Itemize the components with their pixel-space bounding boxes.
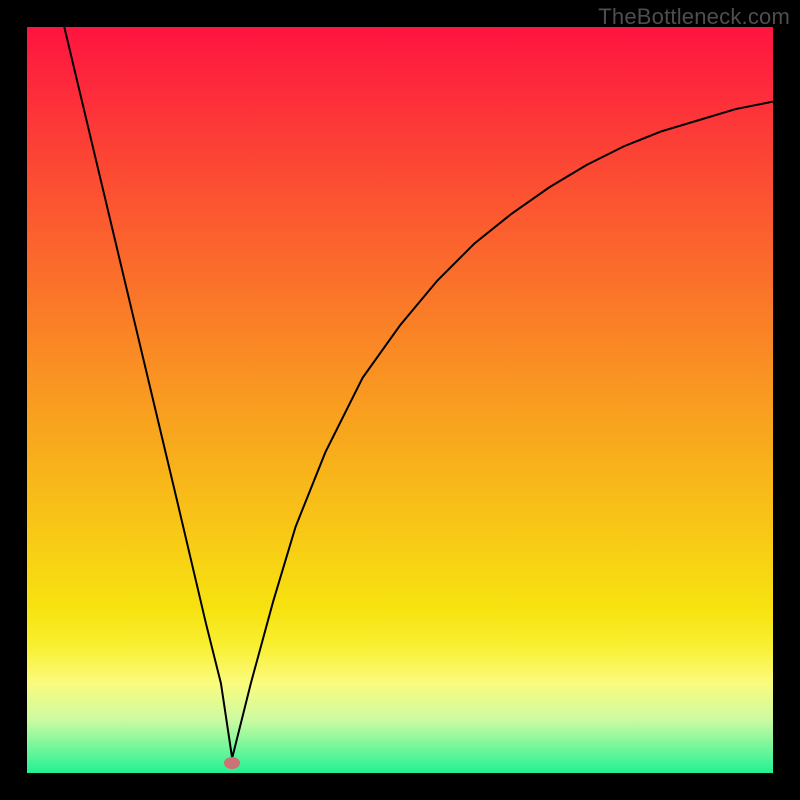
- gradient-background: [27, 27, 773, 773]
- chart-frame: [27, 27, 773, 773]
- optimal-point-marker: [224, 757, 240, 769]
- plot-svg: [27, 27, 773, 773]
- attribution-text: TheBottleneck.com: [598, 4, 790, 30]
